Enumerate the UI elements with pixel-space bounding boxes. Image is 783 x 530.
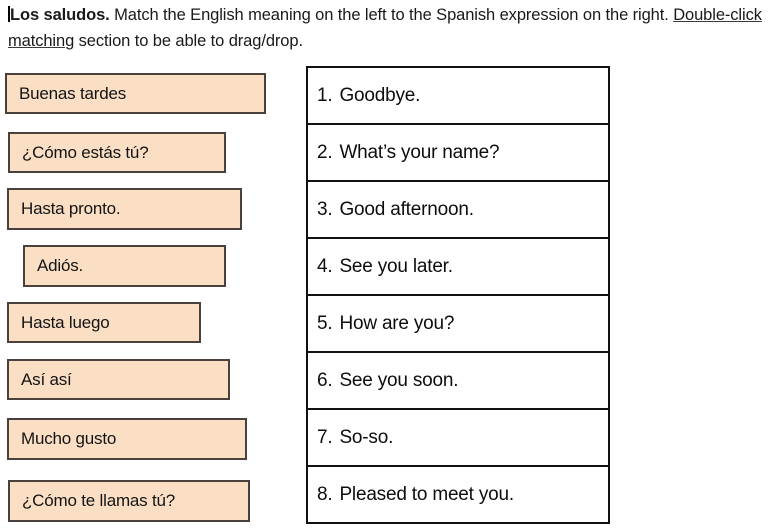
spanish-chip[interactable]: Así así xyxy=(7,359,230,400)
spanish-chip-label: ¿Cómo te llamas tú? xyxy=(22,491,176,510)
spanish-chip[interactable]: Mucho gusto xyxy=(7,418,247,460)
spanish-expressions-column: Buenas tardes ¿Cómo estás tú? Hasta pronto… xyxy=(0,0,300,530)
spanish-chip[interactable]: ¿Cómo te llamas tú? xyxy=(8,480,250,522)
table-row[interactable]: 5. How are you? xyxy=(308,296,608,353)
spanish-chip[interactable]: ¿Cómo estás tú? xyxy=(8,132,226,173)
table-row-text: What’s your name? xyxy=(339,141,500,163)
table-row[interactable]: 1. Goodbye. xyxy=(308,68,608,125)
table-row-text: Pleased to meet you. xyxy=(339,483,514,505)
table-row-text: How are you? xyxy=(339,312,455,334)
spanish-chip[interactable]: Buenas tardes xyxy=(5,73,266,114)
table-row-number: 7. xyxy=(317,426,333,448)
table-row[interactable]: 7. So-so. xyxy=(308,410,608,467)
spanish-chip-label: Así así xyxy=(21,369,72,389)
spanish-chip-label: Hasta luego xyxy=(21,312,110,332)
table-row-number: 4. xyxy=(317,255,333,277)
spanish-chip-label: Mucho gusto xyxy=(21,429,117,448)
table-row-number: 6. xyxy=(317,369,333,391)
spanish-chip-label: ¿Cómo estás tú? xyxy=(22,142,149,162)
table-row[interactable]: 6. See you soon. xyxy=(308,353,608,410)
spanish-chip[interactable]: Hasta pronto. xyxy=(7,188,242,230)
table-row-text: See you later. xyxy=(339,255,453,277)
spanish-chip-label: Adiós. xyxy=(37,256,84,275)
spanish-chip[interactable]: Hasta luego xyxy=(7,302,201,343)
table-row[interactable]: 3. Good afternoon. xyxy=(308,182,608,239)
english-meanings-table: 1. Goodbye. 2. What’s your name? 3. Good afte… xyxy=(306,66,610,524)
table-row[interactable]: 2. What’s your name? xyxy=(308,125,608,182)
table-row[interactable]: 8. Pleased to meet you. xyxy=(308,467,608,524)
table-row-number: 3. xyxy=(317,198,333,220)
spanish-chip[interactable]: Adiós. xyxy=(23,245,226,287)
table-row-number: 1. xyxy=(317,84,333,106)
table-row-text: Good afternoon. xyxy=(339,198,474,220)
table-row-number: 2. xyxy=(317,141,333,163)
table-row-text: So-so. xyxy=(339,426,394,448)
table-row-number: 5. xyxy=(317,312,333,334)
spanish-chip-label: Buenas tardes xyxy=(19,83,127,103)
table-row-text: See you soon. xyxy=(339,369,459,391)
spanish-chip-label: Hasta pronto. xyxy=(21,199,121,218)
table-row-number: 8. xyxy=(317,483,333,505)
table-row-text: Goodbye. xyxy=(339,84,421,106)
table-row[interactable]: 4. See you later. xyxy=(308,239,608,296)
